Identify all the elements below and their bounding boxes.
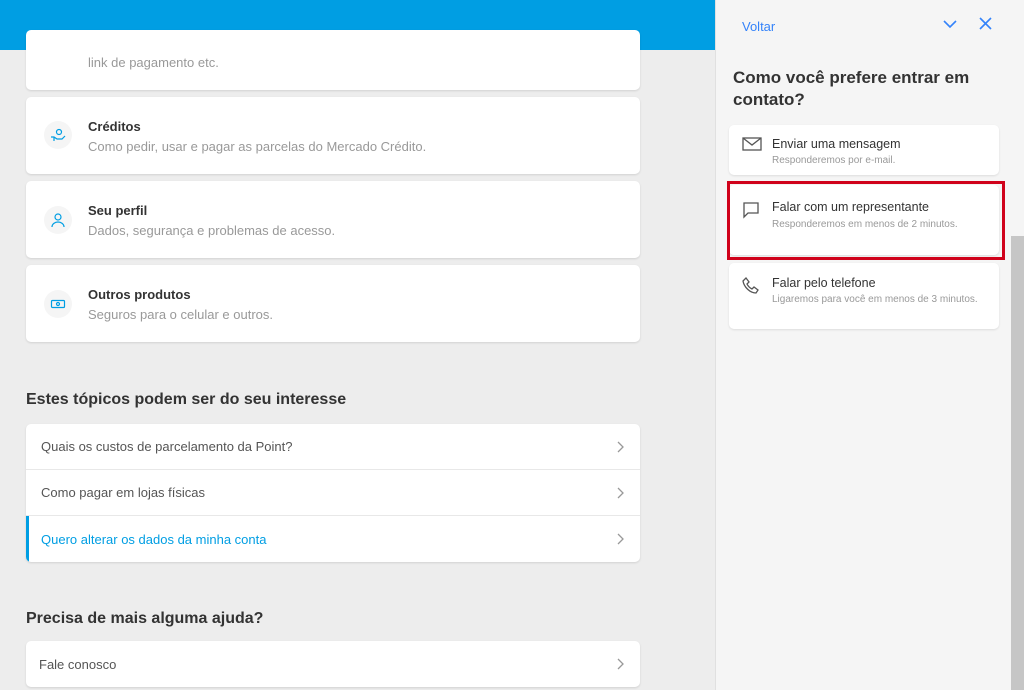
option-title: Enviar uma mensagem (772, 137, 901, 151)
topic-item-active[interactable]: Quero alterar os dados da minha conta (26, 516, 640, 562)
option-title: Falar pelo telefone (772, 276, 876, 290)
topic-label: Como pagar em lojas físicas (41, 485, 206, 500)
card-top-desc: link de pagamento etc. (88, 55, 219, 70)
topic-item[interactable]: Quais os custos de parcelamento da Point… (26, 424, 640, 470)
main-content: link de pagamento etc. Créditos Como ped… (0, 0, 700, 690)
panel-header: Voltar (716, 0, 1024, 50)
phone-icon (742, 277, 759, 294)
card-title: Outros produtos (88, 287, 191, 302)
scrollbar[interactable] (1011, 236, 1024, 690)
card-title: Seu perfil (88, 203, 148, 218)
help-item-label: Fale conosco (39, 656, 117, 672)
chevron-right-icon (617, 441, 624, 452)
topics-list: Quais os custos de parcelamento da Point… (26, 424, 640, 562)
option-desc: Ligaremos para você em menos de 3 minuto… (772, 294, 978, 305)
chevron-right-icon (617, 487, 624, 498)
card-desc: Seguros para o celular e outros. (88, 307, 273, 322)
card-seu-perfil[interactable]: Seu perfil Dados, segurança e problemas … (26, 181, 640, 258)
mail-icon (742, 137, 762, 151)
topic-item[interactable]: Como pagar em lojas físicas (26, 470, 640, 516)
topics-section-title: Estes tópicos podem ser do seu interesse (26, 391, 347, 408)
option-send-message[interactable]: Enviar uma mensagem Responderemos por e-… (729, 125, 999, 175)
contact-panel: Voltar Como você prefere entrar em conta… (715, 0, 1024, 690)
panel-heading: Como você prefere entrar em contato? (733, 68, 970, 109)
highlight-box (727, 181, 1005, 260)
option-phone[interactable]: Falar pelo telefone Ligaremos para você … (729, 263, 999, 329)
card-top-partial[interactable]: link de pagamento etc. (26, 30, 640, 90)
topic-label: Quero alterar os dados da minha conta (41, 531, 267, 547)
card-desc: Dados, segurança e problemas de acesso. (88, 223, 336, 238)
help-item-fale-conosco[interactable]: Fale conosco (26, 641, 640, 687)
back-link[interactable]: Voltar (742, 19, 775, 34)
topic-label: Quais os custos de parcelamento da Point… (41, 439, 293, 454)
card-creditos[interactable]: Créditos Como pedir, usar e pagar as par… (26, 97, 640, 174)
user-icon (44, 206, 72, 234)
option-desc: Responderemos por e-mail. (772, 155, 896, 166)
card-outros-produtos[interactable]: Outros produtos Seguros para o celular e… (26, 265, 640, 342)
card-title: Créditos (88, 119, 141, 134)
chevron-down-icon[interactable] (943, 19, 957, 29)
help-list: Fale conosco (26, 641, 640, 687)
hand-coin-icon (44, 121, 72, 149)
ticket-icon (44, 290, 72, 318)
close-icon[interactable] (979, 17, 992, 30)
help-section-title: Precisa de mais alguma ajuda? (26, 610, 264, 627)
chevron-right-icon (617, 533, 624, 545)
chevron-right-icon (617, 658, 624, 670)
card-desc: Como pedir, usar e pagar as parcelas do … (88, 139, 427, 154)
